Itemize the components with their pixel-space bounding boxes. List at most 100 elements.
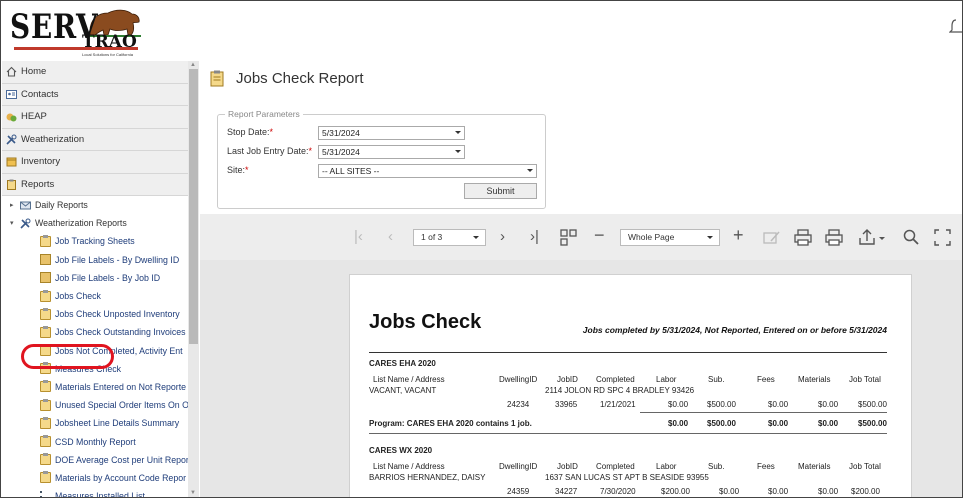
tree-item-label: Measures Installed List	[55, 491, 145, 498]
col-header-materials: Materials	[798, 375, 831, 384]
next-page-button[interactable]: ›	[500, 228, 505, 246]
tree-item-weatherization-reports[interactable]: ▾ Weatherization Reports	[2, 214, 188, 232]
zoom-out-button[interactable]: −	[594, 226, 605, 244]
last-page-button[interactable]: ›|	[530, 228, 539, 246]
sidebar-item-inventory[interactable]: Inventory	[2, 151, 188, 174]
col-header-sub: Sub.	[708, 462, 725, 471]
sidebar-item-weatherization[interactable]: Weatherization	[2, 128, 188, 151]
sidebar-item-label: HEAP	[21, 111, 47, 123]
tree-item-label: Weatherization Reports	[35, 218, 127, 229]
tree-item-report[interactable]: Jobs Check Outstanding Invoices	[2, 323, 188, 341]
tree-item-report[interactable]: Unused Special Order Items On O	[2, 396, 188, 414]
cell-sub: $500.00	[707, 400, 736, 409]
scroll-down-icon[interactable]: ▼	[190, 490, 196, 496]
print-page-icon[interactable]	[825, 229, 843, 246]
prev-page-button[interactable]: ‹	[388, 228, 393, 246]
box-icon	[6, 157, 17, 167]
viewer-toolbar: |‹ ‹ 1 of 3 › ›| − Whole Page +	[200, 214, 962, 260]
chevron-down-icon	[473, 236, 479, 239]
subtotal-rule	[640, 412, 887, 413]
last-entry-label: Last Job Entry Date:*	[227, 146, 312, 156]
tree-item-report[interactable]: Materials by Account Code Repor	[2, 469, 188, 487]
page-select[interactable]: 1 of 3	[413, 229, 486, 246]
sidebar-item-heap[interactable]: HEAP	[2, 106, 188, 129]
zoom-select[interactable]: Whole Page	[620, 229, 720, 246]
cell-completed: 7/30/2020	[600, 487, 636, 496]
first-page-button[interactable]: |‹	[354, 228, 363, 246]
program-summary: Program: CARES EHA 2020 contains 1 job.	[369, 419, 532, 428]
sidebar-scrollbar[interactable]: ▲ ▼	[188, 61, 199, 497]
tree-item-daily-reports[interactable]: ▸ Daily Reports	[2, 196, 188, 214]
print-icon[interactable]	[794, 229, 812, 246]
col-header-job-total: Job Total	[849, 462, 881, 471]
tree-item-report[interactable]: CSD Monthly Report	[2, 432, 188, 450]
last-entry-value: 5/31/2024	[322, 147, 360, 157]
program-name: CARES EHA 2020	[369, 359, 436, 368]
tree-item-report[interactable]: Jobs Check	[2, 287, 188, 305]
stop-date-value: 5/31/2024	[322, 128, 360, 138]
tree-item-report[interactable]: Job File Labels - By Dwelling ID	[2, 251, 188, 269]
params-legend: Report Parameters	[225, 109, 303, 119]
col-header-fees: Fees	[757, 375, 775, 384]
tree-item-report[interactable]: DOE Average Cost per Unit Repor	[2, 451, 188, 469]
collapse-arrow-icon[interactable]: ▾	[10, 219, 20, 227]
app-window: SERV TRAQ Local Solutions for California…	[0, 0, 963, 498]
tree-item-label: Jobs Check Outstanding Invoices	[55, 327, 186, 338]
report-subtitle: Jobs completed by 5/31/2024, Not Reporte…	[582, 325, 887, 335]
last-entry-date-field[interactable]: 5/31/2024	[318, 145, 465, 159]
total-job-total: $500.00	[858, 419, 887, 428]
tree-item-label: DOE Average Cost per Unit Repor	[55, 454, 188, 465]
cell-materials: $0.00	[818, 400, 839, 409]
multi-page-icon[interactable]	[560, 229, 577, 246]
cell-job-id: 34227	[555, 487, 578, 496]
tree-item-report[interactable]: Jobs Check Unposted Inventory	[2, 305, 188, 323]
site-value: -- ALL SITES --	[322, 166, 380, 176]
report-parameters: Report Parameters Stop Date:* 5/31/2024 …	[217, 109, 546, 209]
chevron-down-icon	[707, 236, 713, 239]
sidebar-item-label: Weatherization	[21, 133, 85, 145]
sidebar-item-label: Contacts	[21, 88, 59, 100]
col-header-dwelling: DwellingID	[499, 462, 538, 471]
tree-item-report[interactable]: Jobsheet Line Details Summary	[2, 414, 188, 432]
home-icon	[6, 66, 17, 77]
tree-item-report[interactable]: Materials Entered on Not Reporte	[2, 378, 188, 396]
last-entry-label-text: Last Job Entry Date:	[227, 146, 309, 156]
scrollbar-thumb[interactable]	[189, 69, 198, 344]
sidebar-item-label: Home	[21, 66, 47, 78]
sidebar-item-home[interactable]: Home	[2, 61, 188, 84]
zoom-in-button[interactable]: +	[733, 226, 744, 244]
folder-icon	[40, 254, 51, 266]
total-labor: $0.00	[668, 419, 689, 428]
search-icon[interactable]	[903, 229, 919, 246]
tree-item-report[interactable]: Job Tracking Sheets	[2, 232, 188, 250]
clipboard-icon	[40, 471, 51, 484]
col-header-name: List Name / Address	[373, 375, 445, 384]
stop-date-field[interactable]: 5/31/2024	[318, 126, 465, 140]
site-label: Site:*	[227, 165, 249, 175]
edit-form-icon[interactable]	[763, 230, 781, 246]
submit-button[interactable]: Submit	[464, 183, 537, 199]
tree-item-label: Jobs Check Unposted Inventory	[55, 309, 180, 320]
page-select-value: 1 of 3	[421, 232, 443, 242]
cell-completed: 1/21/2021	[600, 400, 636, 409]
clipboard-icon	[40, 398, 51, 411]
tree-item-report[interactable]: Measures Installed List	[2, 487, 188, 498]
sidebar-item-contacts[interactable]: Contacts	[2, 83, 188, 106]
stop-date-label: Stop Date:*	[227, 127, 273, 137]
site-select[interactable]: -- ALL SITES --	[318, 164, 537, 178]
chevron-down-icon	[455, 150, 461, 153]
servtraq-logo[interactable]: SERV TRAQ Local Solutions for California	[2, 2, 201, 60]
col-header-jobid: JobID	[557, 462, 578, 471]
scroll-up-icon[interactable]: ▲	[190, 62, 196, 68]
money-bag-icon	[6, 113, 17, 122]
fullscreen-icon[interactable]	[934, 229, 951, 246]
export-icon[interactable]	[859, 229, 885, 246]
cell-fees: $0.00	[768, 400, 789, 409]
expand-arrow-icon[interactable]: ▸	[10, 201, 20, 209]
bell-icon[interactable]	[949, 19, 963, 35]
zoom-select-value: Whole Page	[628, 232, 675, 242]
col-header-labor: Labor	[656, 375, 677, 384]
tree-item-report[interactable]: Job File Labels - By Job ID	[2, 269, 188, 287]
cell-dwelling-id: 24234	[507, 400, 530, 409]
sidebar-item-reports[interactable]: Reports	[2, 173, 188, 196]
